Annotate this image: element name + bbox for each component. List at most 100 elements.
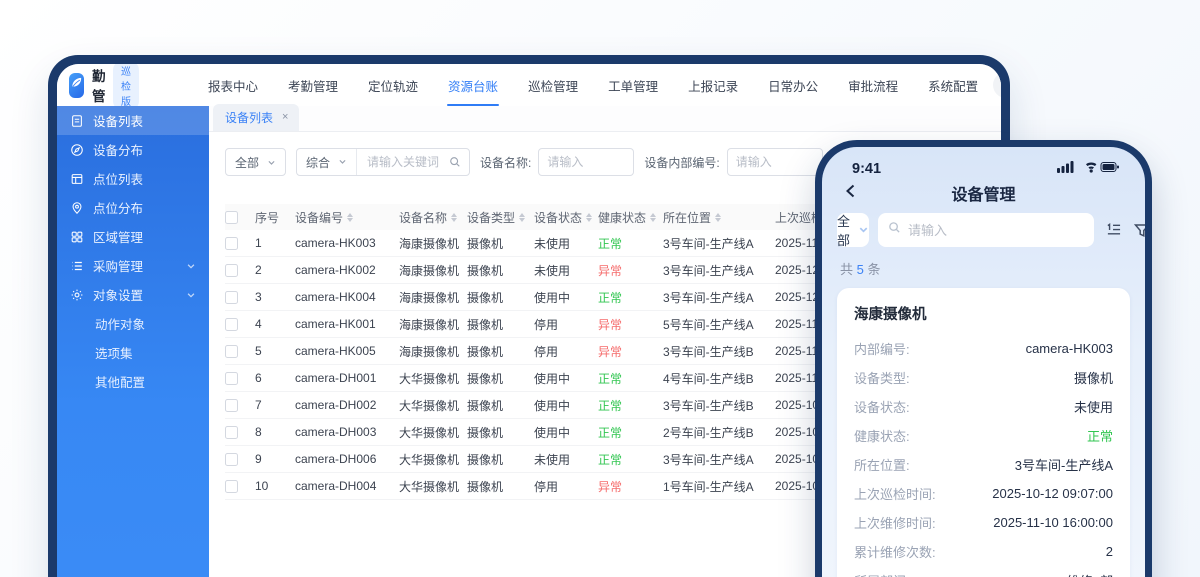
sort-icon[interactable] <box>519 213 525 222</box>
cell-health-status: 正常 <box>598 451 663 468</box>
card-field-label: 健康状态: <box>854 426 910 445</box>
cell-device-type: 摄像机 <box>467 343 534 360</box>
cell-device-code: camera-HK004 <box>295 290 399 304</box>
keyword-input[interactable] <box>357 149 449 175</box>
column-header[interactable]: 设备状态 <box>534 209 598 226</box>
cell-health-status: 正常 <box>598 235 663 252</box>
back-button[interactable] <box>844 184 858 203</box>
column-header[interactable]: 健康状态 <box>598 209 663 226</box>
column-header[interactable]: 设备名称 <box>399 209 467 226</box>
sidebar-item[interactable]: 点位分布 <box>57 193 209 222</box>
column-header-label: 设备名称 <box>399 209 447 226</box>
bell-icon <box>1000 76 1001 94</box>
cell-device-status: 未使用 <box>534 262 598 279</box>
row-checkbox[interactable] <box>225 291 238 304</box>
gear-icon <box>70 288 84 302</box>
card-field-value: 3号车间-生产线A <box>1015 455 1113 474</box>
card-field-row: 设备状态:未使用 <box>854 392 1113 421</box>
row-checkbox[interactable] <box>225 372 238 385</box>
column-header[interactable]: 设备类型 <box>467 209 534 226</box>
top-nav-item[interactable]: 审批流程 <box>833 64 913 106</box>
row-checkbox[interactable] <box>225 453 238 466</box>
cell-location: 3号车间-生产线B <box>663 397 775 414</box>
column-header[interactable]: 设备编号 <box>295 209 399 226</box>
cell-index: 4 <box>255 317 295 331</box>
sort-icon[interactable] <box>586 213 592 222</box>
sidebar-item[interactable]: 设备分布 <box>57 135 209 164</box>
row-checkbox[interactable] <box>225 399 238 412</box>
sort-icon[interactable] <box>451 213 457 222</box>
sidebar-item[interactable]: 点位列表 <box>57 164 209 193</box>
funnel-icon[interactable] <box>1134 223 1145 238</box>
column-header-label: 所在位置 <box>663 209 711 226</box>
count-suffix: 条 <box>864 262 881 277</box>
top-nav-item[interactable]: 资源台账 <box>433 64 513 106</box>
column-header: 序号 <box>255 209 295 226</box>
row-checkbox[interactable] <box>225 345 238 358</box>
card-field-row: 上次巡检时间:2025-10-12 09:07:00 <box>854 479 1113 508</box>
count-value: 5 <box>857 262 864 277</box>
device-card[interactable]: 海康摄像机 内部编号:camera-HK003设备类型:摄像机设备状态:未使用健… <box>837 288 1130 577</box>
top-nav-item[interactable]: 考勤管理 <box>273 64 353 106</box>
top-nav-item[interactable]: 工单管理 <box>593 64 673 106</box>
cell-device-status: 使用中 <box>534 289 598 306</box>
sort-icon[interactable] <box>1105 223 1122 238</box>
row-checkbox[interactable] <box>225 264 238 277</box>
row-checkbox[interactable] <box>225 480 238 493</box>
cell-device-status: 使用中 <box>534 397 598 414</box>
sort-icon[interactable] <box>347 213 353 222</box>
cell-index: 1 <box>255 236 295 250</box>
table-cell <box>225 372 255 385</box>
top-nav-item[interactable]: 报表中心 <box>193 64 273 106</box>
scope-select[interactable]: 全部 <box>225 148 286 176</box>
sort-icon[interactable] <box>715 213 721 222</box>
tab-close-icon[interactable]: × <box>282 112 288 123</box>
row-checkbox[interactable] <box>225 237 238 250</box>
sidebar-item-label: 对象设置 <box>93 285 143 304</box>
card-field-label: 所属部门: <box>854 571 910 577</box>
sidebar-item[interactable]: 区域管理 <box>57 222 209 251</box>
sidebar-subitem[interactable]: 其他配置 <box>57 367 209 396</box>
cell-location: 3号车间-生产线B <box>663 343 775 360</box>
tab-device-list[interactable]: 设备列表 × <box>213 104 299 131</box>
card-field-label: 上次巡检时间: <box>854 484 936 503</box>
wifi-icon <box>1086 163 1096 166</box>
row-checkbox[interactable] <box>225 426 238 439</box>
sidebar-subitem[interactable]: 动作对象 <box>57 309 209 338</box>
table-cell <box>225 426 255 439</box>
cell-location: 5号车间-生产线A <box>663 316 775 333</box>
phone-search-box[interactable] <box>878 213 1094 247</box>
cell-health-status: 正常 <box>598 424 663 441</box>
device-code-label: 设备内部编号: <box>644 154 719 171</box>
phone-search-input[interactable] <box>908 223 1084 238</box>
tab-strip: 设备列表 × <box>209 106 1001 132</box>
mode-select[interactable]: 综合 <box>297 149 357 175</box>
sort-icon[interactable] <box>650 213 656 222</box>
sidebar-subitem[interactable]: 选项集 <box>57 338 209 367</box>
card-field-label: 内部编号: <box>854 339 910 358</box>
sidebar-item[interactable]: 采购管理 <box>57 251 209 280</box>
sidebar-item[interactable]: 对象设置 <box>57 280 209 309</box>
phone-category-select[interactable]: 全部 <box>837 213 869 247</box>
top-nav-item[interactable]: 巡检管理 <box>513 64 593 106</box>
top-nav-item[interactable]: 上报记录 <box>673 64 753 106</box>
device-name-input[interactable] <box>538 148 634 176</box>
search-icon[interactable] <box>449 156 469 168</box>
sidebar-item-label: 设备分布 <box>93 140 143 159</box>
select-all-checkbox[interactable] <box>225 211 238 224</box>
top-nav-item[interactable]: 日常办公 <box>753 64 833 106</box>
card-field-row: 所在位置:3号车间-生产线A <box>854 450 1113 479</box>
cell-device-code: camera-HK001 <box>295 317 399 331</box>
device-name-filter: 设备名称: <box>480 148 634 176</box>
notification-bell-button[interactable] <box>993 72 1001 98</box>
device-code-input[interactable] <box>727 148 823 176</box>
card-field-value: 未使用 <box>1074 397 1113 416</box>
cell-device-status: 使用中 <box>534 424 598 441</box>
row-checkbox[interactable] <box>225 318 238 331</box>
search-icon <box>888 221 901 239</box>
sidebar-item[interactable]: 设备列表 <box>57 106 209 135</box>
column-header[interactable]: 所在位置 <box>663 209 775 226</box>
top-nav-item[interactable]: 系统配置 <box>913 64 993 106</box>
sidebar: 设备列表设备分布点位列表点位分布区域管理采购管理对象设置动作对象选项集其他配置 <box>57 106 209 577</box>
top-nav-item[interactable]: 定位轨迹 <box>353 64 433 106</box>
